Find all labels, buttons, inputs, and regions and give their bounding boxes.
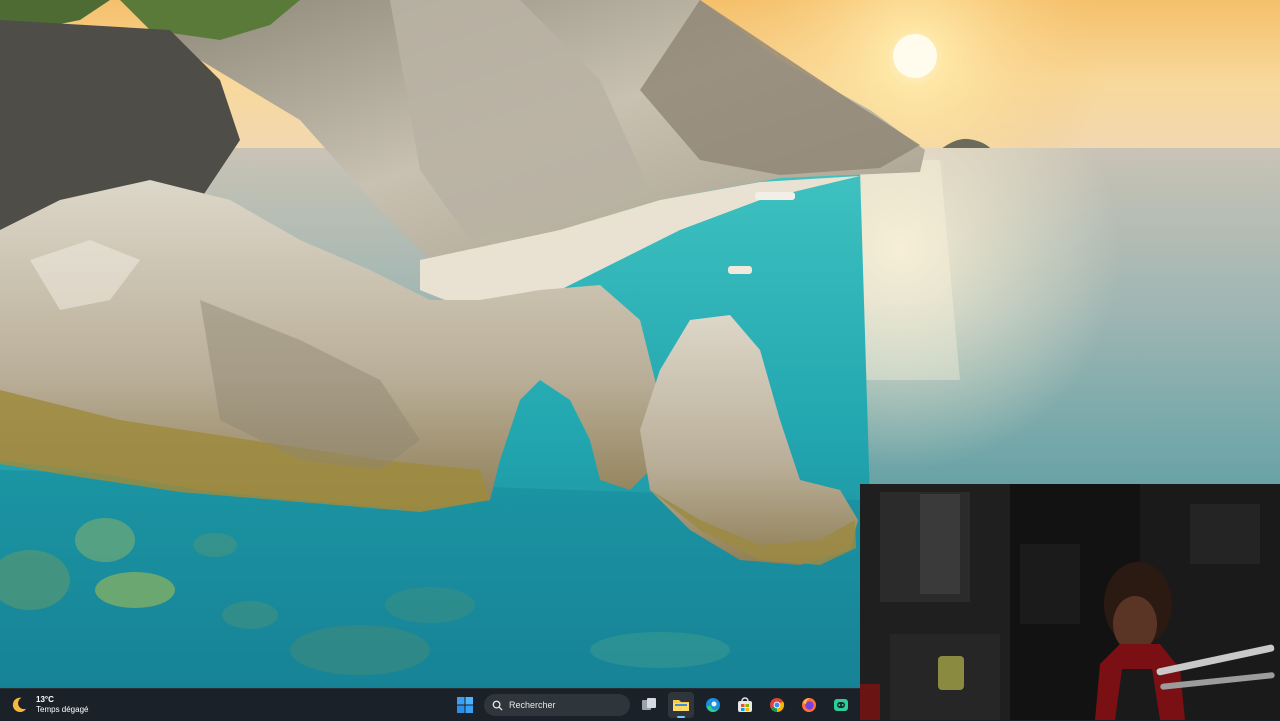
search-icon [492, 700, 503, 711]
edge-icon [706, 698, 720, 712]
windows-logo-icon [457, 697, 473, 713]
weather-temperature: 13°C [36, 695, 54, 704]
folder-icon [673, 700, 689, 711]
weather-condition: Temps dégagé [36, 705, 89, 714]
task-view-icon [642, 698, 656, 710]
webcam-video-frame [860, 484, 1280, 720]
taskbar-center: Rechercher [452, 692, 854, 718]
moon-icon [12, 697, 27, 713]
search-placeholder: Rechercher [509, 700, 556, 710]
task-view-button[interactable] [636, 692, 662, 718]
store-button[interactable] [732, 692, 758, 718]
discord-icon [834, 699, 848, 711]
chrome-icon [770, 698, 785, 713]
start-button[interactable] [452, 692, 478, 718]
edge-button[interactable] [700, 692, 726, 718]
store-icon [738, 697, 752, 712]
file-explorer-button[interactable] [668, 692, 694, 718]
webcam-overlay [860, 484, 1280, 720]
firefox-button[interactable] [796, 692, 822, 718]
discord-button[interactable] [828, 692, 854, 718]
search-box[interactable]: Rechercher [484, 694, 630, 716]
chrome-button[interactable] [764, 692, 790, 718]
weather-widget[interactable]: 13°C Temps dégagé [10, 693, 88, 717]
firefox-icon [802, 698, 816, 712]
